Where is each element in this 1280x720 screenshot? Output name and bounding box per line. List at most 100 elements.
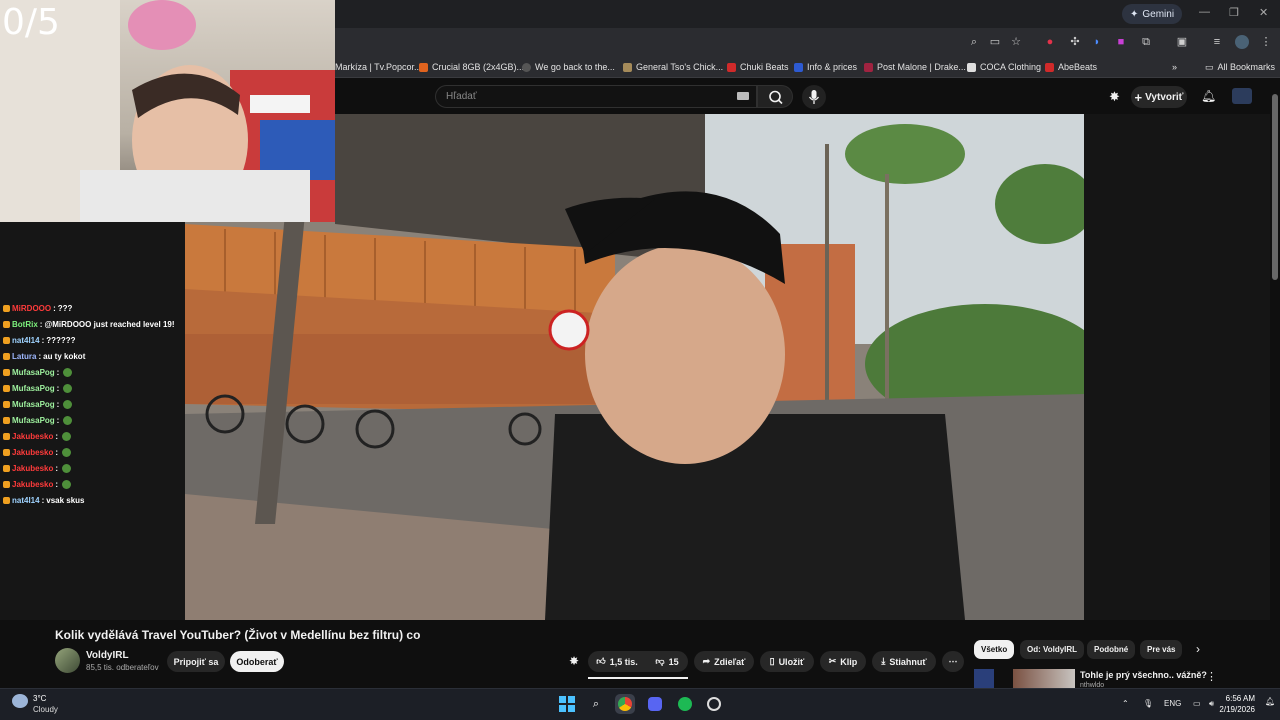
sparkle-icon[interactable]: ✸ — [569, 654, 579, 668]
chat-message: MufasaPog : — [3, 384, 73, 393]
bookmark-item[interactable]: We go back to the... — [522, 60, 615, 74]
extension-icon[interactable]: ■ — [1114, 35, 1128, 49]
chat-username[interactable]: Jakubesko — [12, 432, 53, 441]
search-button[interactable] — [757, 85, 793, 108]
chat-badge-icon — [3, 417, 10, 424]
more-horizontal-icon: ⋯ — [948, 656, 958, 666]
chat-username[interactable]: MufasaPog — [12, 400, 55, 409]
discord-icon[interactable] — [645, 694, 665, 714]
profile-avatar-icon[interactable] — [1235, 35, 1249, 49]
split-view-icon[interactable]: ▣ — [1175, 35, 1189, 49]
weather-condition[interactable]: Cloudy — [33, 705, 58, 714]
system-clock[interactable]: 6:56 AM 2/19/2026 — [1219, 693, 1255, 715]
download-button[interactable]: ⤓ Stiahnuť — [872, 651, 936, 672]
weather-cloud-icon[interactable] — [12, 694, 28, 708]
recommended-title[interactable]: Tohle je prý všechno.. vážně? — [1080, 670, 1207, 680]
bookmark-item[interactable]: Info & prices — [794, 60, 857, 74]
weather-temperature[interactable]: 3°C — [33, 694, 46, 703]
chat-username[interactable]: MufasaPog — [12, 384, 55, 393]
chat-username[interactable]: Jakubesko — [12, 448, 53, 457]
chat-emote-icon — [63, 384, 73, 393]
chat-username[interactable]: MufasaPog — [12, 416, 55, 425]
bookmark-item[interactable]: AbeBeats — [1045, 60, 1097, 74]
chip-from-channel[interactable]: Od: VoldyIRL — [1020, 640, 1085, 659]
chrome-icon[interactable] — [615, 694, 635, 714]
share-button[interactable]: ➦ Zdieľať — [694, 651, 754, 672]
menu-icon[interactable]: ⋮ — [1259, 35, 1273, 49]
chat-separator: : — [55, 448, 59, 457]
volume-icon[interactable]: 🔊︎ — [1209, 699, 1214, 709]
extension-icon[interactable]: ● — [1043, 35, 1057, 49]
app-icon[interactable] — [704, 694, 724, 714]
microphone-tray-icon[interactable]: 🎙︎ — [1143, 699, 1153, 708]
chip-all[interactable]: Všetko — [974, 640, 1015, 659]
save-button[interactable]: ▯ Uložiť — [760, 651, 814, 672]
extension-icon[interactable]: ✣ — [1068, 35, 1082, 49]
notifications-bell-icon[interactable]: 🔔︎ — [1201, 89, 1216, 103]
create-button[interactable]: + Vytvoriť — [1131, 86, 1187, 108]
subscribe-button[interactable]: Odoberať — [230, 651, 284, 672]
more-actions-button[interactable]: ⋯ — [942, 651, 964, 672]
bookmarks-overflow-icon[interactable]: » — [1172, 60, 1177, 74]
start-button[interactable] — [557, 694, 577, 714]
chevron-right-icon[interactable]: › — [1196, 642, 1200, 656]
extension-icon[interactable]: ◗ — [1090, 35, 1104, 49]
account-avatar[interactable] — [1232, 88, 1252, 104]
chip-for-you[interactable]: Pre vás — [1140, 640, 1183, 659]
search-input[interactable]: Hľadať — [435, 85, 757, 108]
chat-message: Jakubesko : — [3, 448, 72, 457]
chat-username[interactable]: Jakubesko — [12, 464, 53, 473]
channel-name[interactable]: VoldyIRL — [86, 650, 129, 661]
cast-icon[interactable]: ▭ — [988, 35, 1002, 49]
restore-icon[interactable]: ❐ — [1229, 6, 1239, 19]
join-button[interactable]: Pripojiť sa — [167, 651, 225, 672]
keyboard-icon[interactable] — [737, 92, 749, 100]
all-bookmarks[interactable]: ▭ All Bookmarks — [1205, 60, 1275, 74]
bookmark-item[interactable]: Markíza | Tv.Popcor... — [335, 60, 422, 74]
chip-related[interactable]: Podobné — [1087, 640, 1136, 659]
taskbar-search-icon[interactable]: ⌕ — [586, 694, 606, 714]
chat-text: @MiRDOOO just reached level 19! — [44, 320, 175, 329]
close-icon[interactable]: ✕ — [1259, 6, 1268, 19]
recommended-thumbnail[interactable] — [1013, 669, 1075, 688]
bookmark-item[interactable]: Post Malone | Drake... — [864, 60, 966, 74]
scrollbar-thumb[interactable] — [1272, 94, 1278, 280]
recommended-thumbnail[interactable] — [974, 669, 994, 688]
bookmark-item[interactable]: Chuki Beats — [727, 60, 789, 74]
chat-username[interactable]: Jakubesko — [12, 480, 53, 489]
gemini-button[interactable]: ✦ Gemini — [1122, 4, 1183, 24]
tray-overflow-icon[interactable]: ⌃ — [1122, 699, 1129, 708]
network-icon[interactable]: ▭ — [1193, 699, 1201, 708]
bookmark-icon: ▯ — [769, 656, 775, 666]
plus-icon: + — [1134, 89, 1143, 105]
bookmark-item[interactable]: COCA Clothing — [967, 60, 1041, 74]
channel-avatar[interactable] — [55, 648, 80, 673]
dislike-button[interactable]: 👎︎ 15 — [650, 651, 684, 672]
bookmark-favicon-icon — [967, 62, 976, 72]
chat-username[interactable]: nat4l14 — [12, 336, 40, 345]
chat-username[interactable]: Latura — [12, 352, 36, 361]
voice-search-button[interactable] — [802, 85, 826, 109]
chat-message: BotRix : @MiRDOOO just reached level 19! — [3, 320, 175, 329]
clip-button[interactable]: ✂ Klip — [820, 651, 866, 672]
reading-list-icon[interactable]: ≡ — [1210, 35, 1224, 49]
chat-username[interactable]: BotRix — [12, 320, 38, 329]
chat-message: Jakubesko : — [3, 432, 72, 441]
zoom-icon[interactable]: ⌕ — [967, 35, 981, 49]
minimize-icon[interactable]: — — [1199, 6, 1210, 18]
chat-text: au ty kokot — [43, 352, 86, 361]
language-indicator[interactable]: ENG — [1164, 699, 1181, 708]
like-button[interactable]: 👍︎ 1,5 tis. — [592, 651, 642, 672]
bookmark-star-icon[interactable]: ☆ — [1009, 35, 1023, 49]
sparkle-icon[interactable]: ✸ — [1109, 89, 1120, 105]
chat-message: nat4l14 : vsak skus — [3, 496, 85, 505]
chat-username[interactable]: nat4l14 — [12, 496, 40, 505]
notification-center-icon[interactable]: 🔔︎ — [1265, 697, 1275, 706]
extensions-puzzle-icon[interactable]: ⧉ — [1139, 35, 1153, 49]
spotify-icon[interactable] — [675, 694, 695, 714]
more-vertical-icon[interactable]: ⋮ — [1206, 670, 1217, 683]
chat-username[interactable]: MiRDOOO — [12, 304, 51, 313]
bookmark-item[interactable]: General Tso's Chick... — [623, 60, 723, 74]
bookmark-item[interactable]: Crucial 8GB (2x4GB)... — [419, 60, 524, 74]
chat-username[interactable]: MufasaPog — [12, 368, 55, 377]
